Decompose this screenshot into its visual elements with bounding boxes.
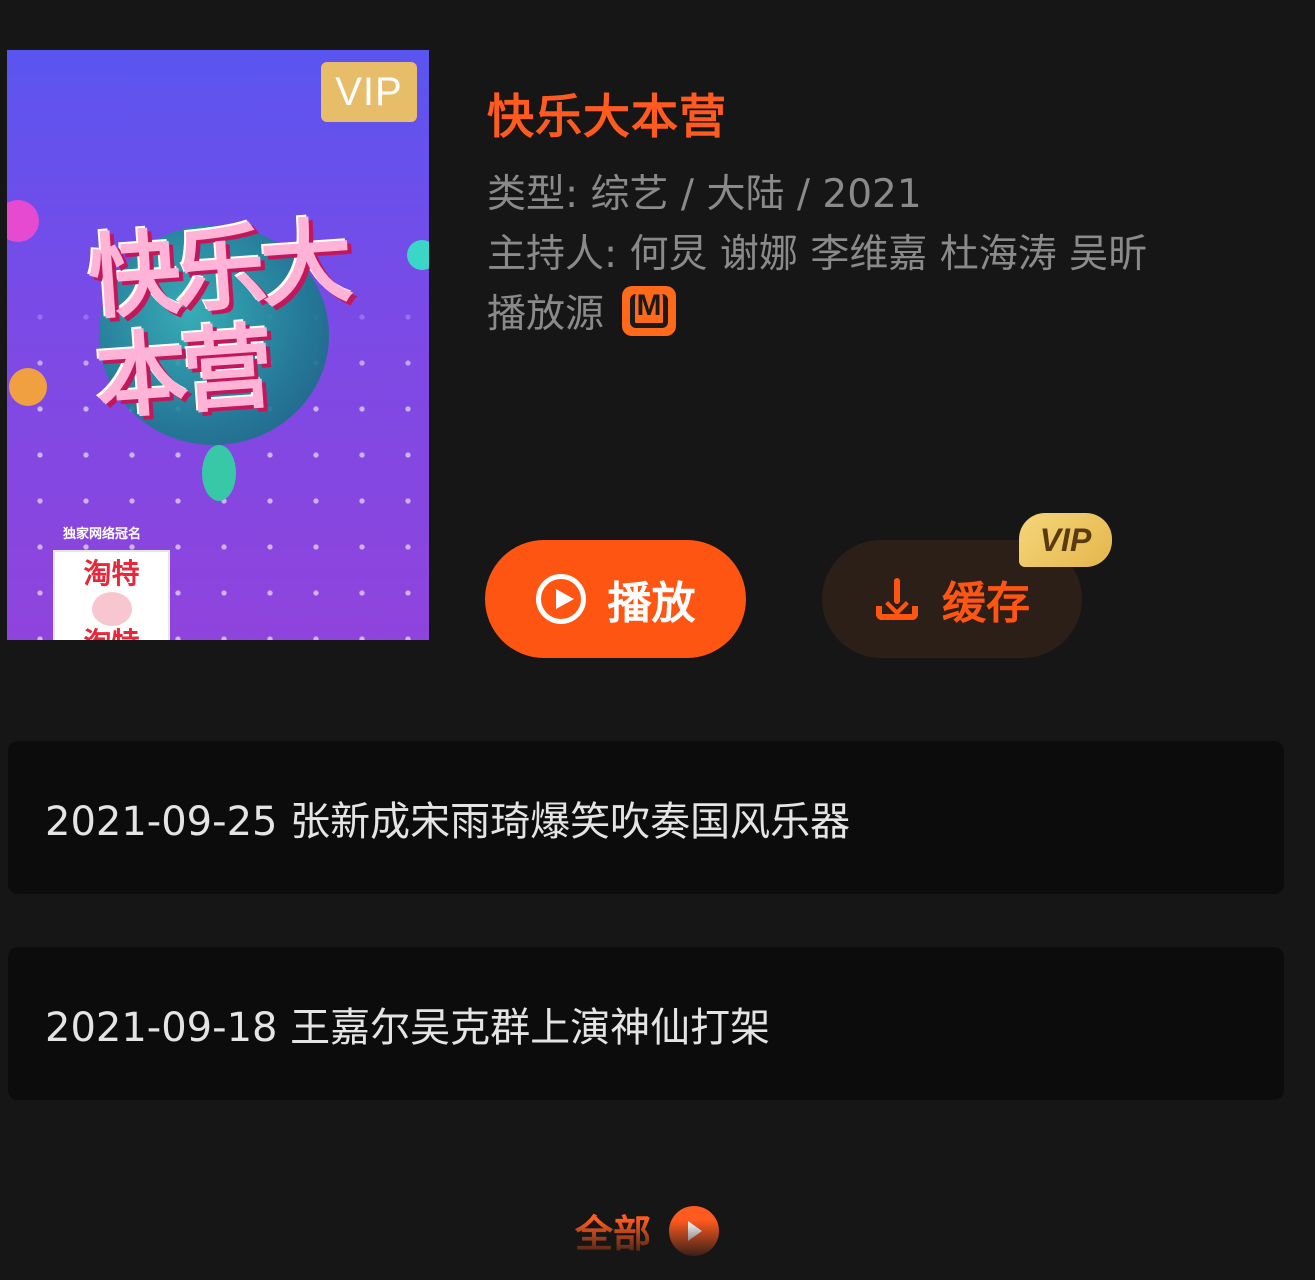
poster-ball-decoration (202, 445, 236, 501)
play-circle-icon (535, 574, 586, 624)
show-poster[interactable]: 快乐大本营 VIP 独家网络冠名 淘特 淘特 (7, 50, 429, 640)
play-button-label: 播放 (607, 578, 696, 629)
episode-item[interactable]: 2021-09-25 张新成宋雨琦爆笑吹奏国风乐器 (8, 741, 1284, 894)
sponsor-name-bottom: 淘特 (83, 627, 139, 641)
show-genre: 类型: 综艺 / 大陆 / 2021 (487, 172, 922, 217)
poster-ball-decoration (407, 240, 429, 270)
sponsor-caption: 独家网络冠名 (63, 527, 142, 542)
bottom-fade-overlay (0, 1220, 1315, 1280)
show-title: 快乐大本营 (487, 90, 727, 145)
rabbit-icon (91, 591, 132, 626)
poster-ball-decoration (9, 368, 47, 406)
show-source: 播放源 (487, 283, 677, 339)
download-icon (874, 576, 920, 622)
sponsor-name-top: 淘特 (83, 557, 140, 590)
show-detail-page: 快乐大本营 VIP 独家网络冠名 淘特 淘特 快乐大本营 类型: 综艺 / 大陆… (0, 0, 1315, 1280)
show-hosts: 主持人: 何炅 谢娜 李维嘉 杜海涛 吴昕 (487, 232, 1148, 277)
sponsor-logo: 淘特 淘特 (53, 550, 170, 640)
episode-label: 2021-09-25 张新成宋雨琦爆笑吹奏国风乐器 (45, 798, 851, 845)
episode-item[interactable]: 2021-09-18 王嘉尔吴克群上演神仙打架 (8, 947, 1284, 1100)
play-button[interactable]: 播放 (485, 540, 746, 658)
cache-vip-badge: VIP (1019, 513, 1112, 567)
source-label: 播放源 (487, 292, 605, 337)
episode-label: 2021-09-18 王嘉尔吴克群上演神仙打架 (45, 1004, 771, 1051)
mango-tv-icon[interactable] (622, 286, 677, 336)
poster-vip-tag: VIP (321, 62, 417, 122)
cache-button-label: 缓存 (942, 578, 1030, 629)
poster-title-art: 快乐大本营 (85, 207, 350, 433)
